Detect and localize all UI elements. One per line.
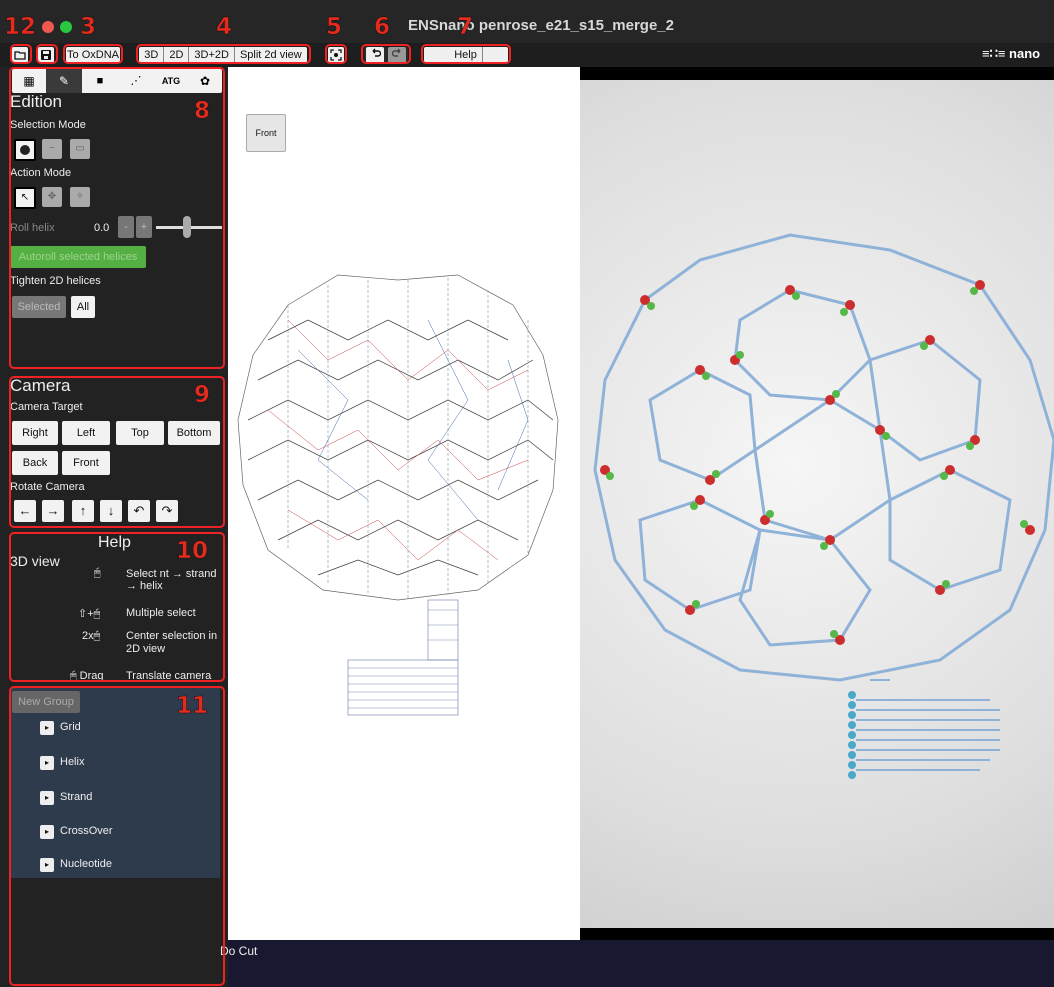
annotation-number-1: 1: [4, 14, 21, 40]
annotation-box-11: [9, 686, 225, 986]
annotation-box-8: [9, 67, 225, 369]
annotation-box-5: [325, 44, 347, 64]
close-window-button[interactable]: [42, 21, 54, 33]
annotation-number-3: 3: [80, 14, 97, 40]
annotation-box-9: [9, 376, 225, 528]
3d-design-render[interactable]: [590, 230, 1054, 790]
annotation-number-5: 5: [326, 14, 343, 40]
annotation-box-6: [361, 44, 411, 64]
2d-design-drawing[interactable]: [228, 260, 578, 720]
annotation-box-1: [10, 44, 32, 64]
annotation-number-9: 9: [194, 382, 211, 408]
annotation-box-3: [63, 44, 123, 64]
ensnano-logo: ≡∷≡ nano: [982, 46, 1041, 61]
front-view-button[interactable]: Front: [246, 114, 286, 152]
status-bar: [228, 940, 1054, 987]
annotation-number-8: 8: [194, 98, 211, 124]
annotation-number-4: 4: [216, 14, 233, 40]
window-title: ENSnano penrose_e21_s15_merge_2: [408, 17, 674, 34]
annotation-number-6: 6: [374, 14, 391, 40]
3d-view-top-border: [580, 67, 1054, 80]
3d-view-bottom-border: [580, 928, 1054, 940]
annotation-number-2: 2: [20, 14, 37, 40]
annotation-number-7: 7: [457, 14, 474, 40]
annotation-box-2: [36, 44, 58, 64]
annotation-box-7: [421, 44, 511, 64]
annotation-box-4: [136, 44, 311, 64]
annotation-number-11: 11: [176, 693, 209, 719]
zoom-window-button[interactable]: [60, 21, 72, 33]
do-cut-label: Do Cut: [220, 944, 258, 958]
annotation-number-10: 10: [176, 538, 209, 564]
